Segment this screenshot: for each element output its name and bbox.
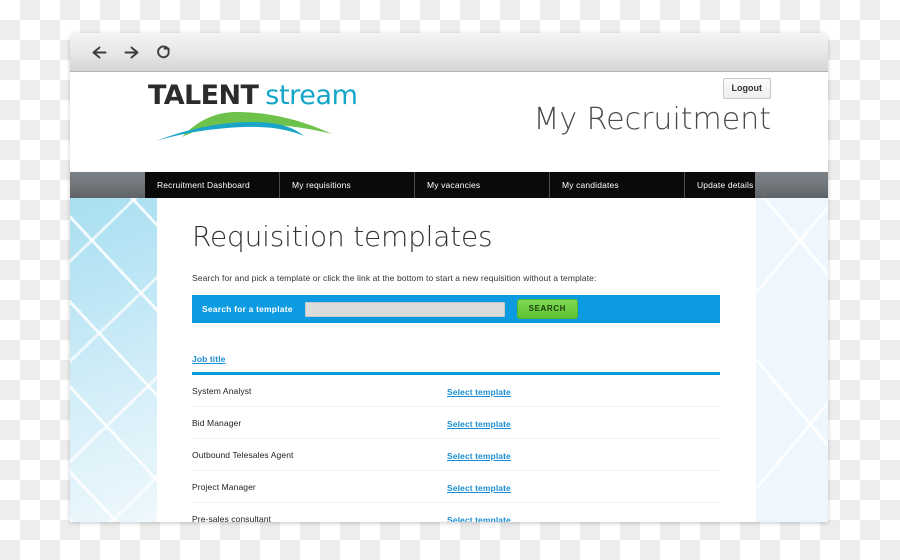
- search-label: Search for a template: [202, 304, 293, 314]
- cell-job-title: System Analyst: [192, 385, 252, 396]
- select-template-link[interactable]: Select template: [447, 451, 511, 461]
- nav-tab-my-requisitions[interactable]: My requisitions: [280, 172, 415, 198]
- search-input[interactable]: [304, 301, 505, 317]
- search-button[interactable]: SEARCH: [516, 299, 579, 319]
- browser-window: TALENT stream Logout My Recruitment Recru…: [70, 33, 828, 522]
- cell-action: Select template: [447, 382, 511, 400]
- table-row[interactable]: System Analyst Select template: [192, 375, 720, 407]
- nav-tab-label: My candidates: [562, 180, 619, 190]
- logout-button[interactable]: Logout: [722, 78, 771, 99]
- column-header-job-title[interactable]: Job title: [192, 354, 226, 364]
- logo-primary-text: TALENT: [148, 80, 259, 111]
- cell-job-title: Outbound Telesales Agent: [192, 449, 294, 460]
- main-navigation: Recruitment Dashboard My requisitions My…: [70, 172, 828, 198]
- reload-icon[interactable]: [152, 41, 174, 63]
- cell-job-title: Pre-sales consultant: [192, 513, 272, 523]
- nav-tab-my-candidates[interactable]: My candidates: [550, 172, 685, 198]
- cell-job-title: Bid Manager: [192, 417, 242, 428]
- table-row[interactable]: Project Manager Select template: [192, 471, 720, 503]
- content-intro-text: Search for and pick a template or click …: [192, 273, 597, 283]
- site-header: TALENT stream Logout My Recruitment: [70, 72, 828, 172]
- table-row[interactable]: Bid Manager Select template: [192, 407, 720, 439]
- select-template-link[interactable]: Select template: [447, 419, 511, 429]
- nav-tab-my-vacancies[interactable]: My vacancies: [415, 172, 550, 198]
- cell-action: Select template: [447, 478, 511, 496]
- templates-table: Job title System Analyst Select template…: [192, 349, 720, 522]
- cell-job-title: Project Manager: [192, 481, 256, 492]
- select-template-link[interactable]: Select template: [447, 387, 511, 397]
- nav-tab-label: Update details: [697, 180, 754, 190]
- nav-tab-label: Recruitment Dashboard: [157, 180, 250, 190]
- content-heading: Requisition templates: [192, 220, 493, 253]
- table-row[interactable]: Outbound Telesales Agent Select template: [192, 439, 720, 471]
- page-body: Requisition templates Search for and pic…: [70, 198, 828, 522]
- logo-wordmark: TALENT stream: [148, 82, 358, 109]
- page-title: My Recruitment: [533, 102, 771, 137]
- nav-tab-label: My requisitions: [292, 180, 351, 190]
- select-template-link[interactable]: Select template: [447, 515, 511, 523]
- arrow-left-icon[interactable]: [88, 41, 110, 63]
- decorative-right-panel: [755, 198, 828, 522]
- table-header-row: Job title: [192, 349, 720, 375]
- select-template-link[interactable]: Select template: [447, 483, 511, 493]
- nav-tab-update-details[interactable]: Update details: [685, 172, 819, 198]
- nav-tab-list: Recruitment Dashboard My requisitions My…: [145, 172, 755, 198]
- decorative-left-panel: [70, 198, 158, 522]
- talent-stream-logo: TALENT stream: [148, 82, 358, 144]
- arrow-right-icon[interactable]: [120, 41, 142, 63]
- cell-action: Select template: [447, 510, 511, 523]
- table-row[interactable]: Pre-sales consultant Select template: [192, 503, 720, 523]
- logo-secondary-text: stream: [265, 80, 358, 111]
- search-bar: Search for a template SEARCH: [192, 295, 720, 323]
- browser-toolbar: [70, 33, 828, 72]
- browser-nav-controls: [88, 41, 174, 63]
- logo-swoosh-icon: [156, 112, 332, 141]
- nav-tab-recruitment-dashboard[interactable]: Recruitment Dashboard: [145, 172, 280, 198]
- cell-action: Select template: [447, 414, 511, 432]
- content-panel: Requisition templates Search for and pic…: [157, 198, 756, 522]
- cell-action: Select template: [447, 446, 511, 464]
- nav-tab-label: My vacancies: [427, 180, 481, 190]
